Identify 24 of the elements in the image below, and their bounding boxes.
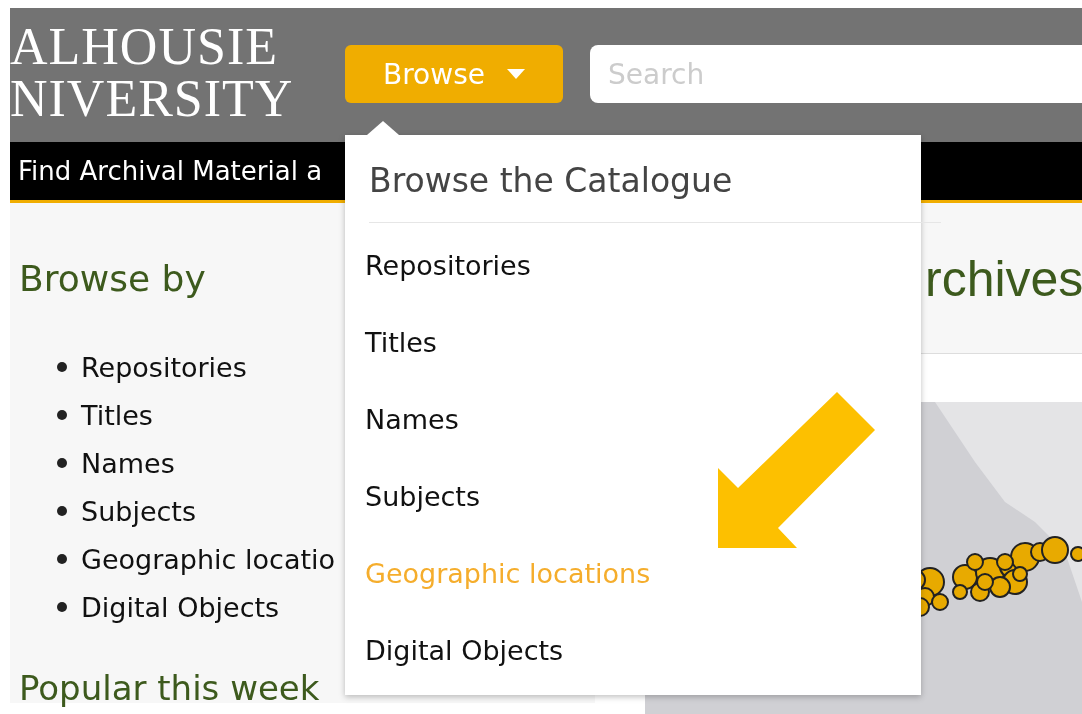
sidebar-link[interactable]: Repositories — [81, 351, 247, 383]
menu-item[interactable]: Digital Objects — [365, 608, 921, 685]
sidebar-link[interactable]: Titles — [81, 399, 153, 431]
bullet-icon — [57, 458, 67, 468]
bullet-icon — [57, 506, 67, 516]
page-heading: rchives — [925, 250, 1082, 309]
sidebar-link[interactable]: Digital Objects — [81, 591, 280, 623]
sidebar-heading: Popular this week — [19, 671, 320, 705]
sidebar-link[interactable]: Subjects — [81, 495, 196, 527]
sidebar-heading: Browse by — [19, 257, 206, 301]
nav-text: Find Archival Material a — [18, 156, 323, 186]
menu-item[interactable]: Titles — [365, 300, 921, 377]
menu-item[interactable]: Repositories — [365, 223, 921, 300]
sidebar-link[interactable]: Geographic locatio — [81, 543, 336, 575]
bullet-icon — [57, 554, 67, 564]
caret-icon — [506, 69, 525, 79]
menu-item[interactable]: Names — [365, 377, 921, 454]
bullet-icon — [57, 602, 67, 612]
dropdown-title: Browse the Catalogue — [369, 135, 941, 223]
menu-item[interactable]: Subjects — [365, 454, 921, 531]
bullet-icon — [57, 362, 67, 372]
logo[interactable]: ALHOUSIE NIVERSITY — [10, 21, 318, 125]
sidebar-link[interactable]: Names — [81, 447, 175, 479]
bullet-icon — [57, 410, 67, 420]
